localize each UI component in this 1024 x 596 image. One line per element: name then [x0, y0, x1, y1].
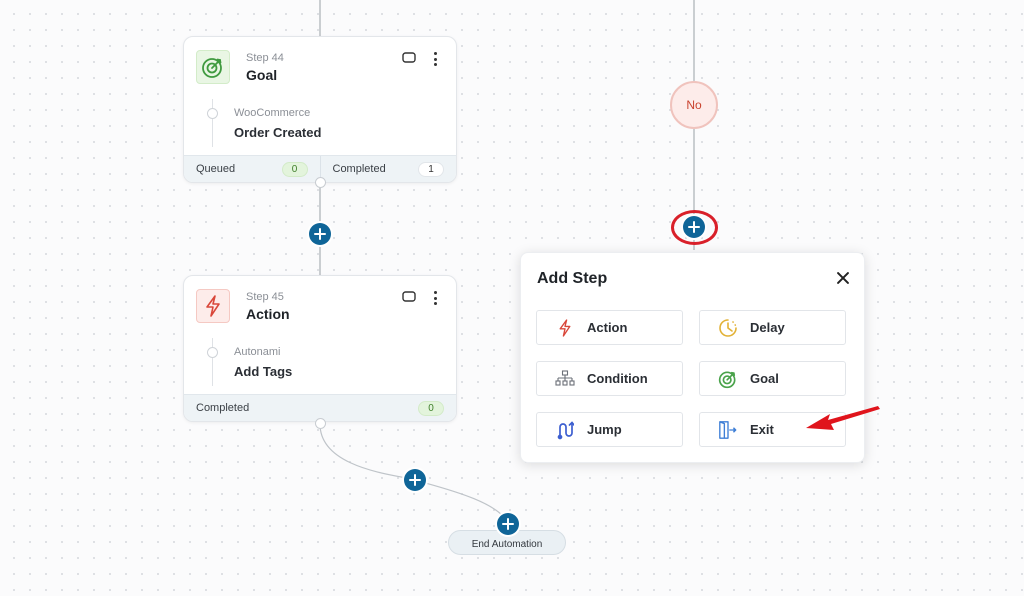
add-step-button[interactable]	[309, 223, 331, 245]
add-step-button-highlighted[interactable]	[683, 216, 705, 238]
integration-name: WooCommerce	[234, 107, 311, 119]
plus-icon	[502, 518, 514, 530]
panel-title: Add Step	[537, 270, 608, 287]
plus-icon	[409, 474, 421, 486]
plus-icon	[314, 228, 326, 240]
automation-canvas[interactable]: Step 44 Goal WooCommerce Order Created Q…	[0, 0, 1024, 596]
step-title: Action	[246, 306, 290, 322]
add-step-button[interactable]	[404, 469, 426, 491]
step-card-goal[interactable]: Step 44 Goal WooCommerce Order Created Q…	[183, 36, 457, 183]
step-card-action[interactable]: Step 45 Action Autonami Add Tags Complet…	[183, 275, 457, 422]
connector-dot	[315, 418, 326, 429]
connector-lines	[319, 0, 695, 525]
option-jump[interactable]: Jump	[536, 412, 683, 447]
integration-name: Autonami	[234, 346, 281, 358]
step-stats: Completed 0	[184, 394, 456, 421]
option-label: Delay	[750, 320, 785, 335]
comment-icon[interactable]	[402, 51, 416, 63]
exit-door-icon	[718, 420, 738, 440]
option-label: Action	[587, 320, 628, 335]
stat-count-badge: 0	[281, 161, 308, 177]
add-step-panel: Add Step Action Delay Condition Goal Jum…	[520, 252, 865, 463]
comment-icon[interactable]	[402, 290, 416, 302]
connector-dot	[315, 177, 326, 188]
jump-icon	[555, 420, 575, 440]
target-icon	[196, 50, 230, 84]
card-connector-line	[212, 338, 213, 386]
stat-queued[interactable]: Queued 0	[184, 156, 320, 182]
event-name: Add Tags	[234, 364, 293, 379]
lightning-icon	[555, 318, 575, 338]
stat-completed[interactable]: Completed 1	[319, 156, 457, 182]
option-label: Jump	[587, 422, 622, 437]
stat-count-badge: 0	[418, 400, 444, 416]
stat-label: Completed	[196, 402, 250, 414]
option-delay[interactable]: Delay	[699, 310, 846, 345]
option-label: Goal	[750, 371, 779, 386]
branch-label: No	[686, 98, 702, 112]
option-action[interactable]: Action	[536, 310, 683, 345]
event-name: Order Created	[234, 125, 322, 140]
card-connector-line	[212, 99, 213, 147]
more-options-icon[interactable]	[430, 290, 440, 306]
step-number: Step 44	[246, 52, 284, 64]
end-automation-label: End Automation	[471, 539, 543, 550]
close-icon[interactable]	[836, 271, 850, 285]
option-condition[interactable]: Condition	[536, 361, 683, 396]
option-goal[interactable]: Goal	[699, 361, 846, 396]
stat-label: Completed	[332, 163, 386, 175]
target-icon	[718, 369, 738, 389]
event-node-dot	[207, 108, 218, 119]
clock-icon	[718, 318, 738, 338]
plus-icon	[688, 221, 700, 233]
step-number: Step 45	[246, 291, 284, 303]
lightning-icon	[196, 289, 230, 323]
hierarchy-icon	[555, 369, 575, 389]
stat-count-badge: 1	[418, 161, 444, 177]
option-label: Exit	[750, 422, 774, 437]
stat-label: Queued	[196, 163, 236, 175]
option-label: Condition	[587, 371, 648, 386]
step-title: Goal	[246, 67, 278, 83]
branch-no-node[interactable]: No	[670, 81, 718, 129]
event-node-dot	[207, 347, 218, 358]
more-options-icon[interactable]	[430, 51, 440, 67]
add-step-button[interactable]	[497, 513, 519, 535]
option-exit[interactable]: Exit	[699, 412, 846, 447]
